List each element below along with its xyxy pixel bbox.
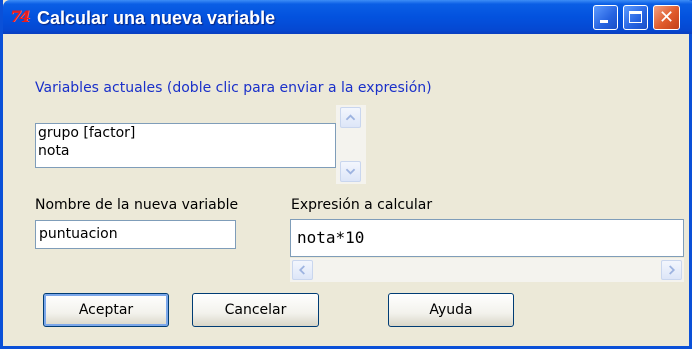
app-icon: 74 (10, 7, 30, 26)
expression-label: Expresión a calcular (291, 197, 433, 213)
accept-button[interactable]: Aceptar (43, 293, 169, 327)
new-variable-input[interactable]: puntuacion (35, 220, 236, 249)
current-variables-label: Variables actuales (doble clic para envi… (35, 80, 432, 96)
scroll-right-button[interactable] (661, 260, 682, 280)
title-bar[interactable]: 74 Calcular una nueva variable ✕ (3, 0, 692, 34)
close-icon: ✕ (658, 7, 675, 28)
maximize-icon (629, 11, 642, 23)
expression-input[interactable]: nota*10 (290, 219, 684, 257)
list-item[interactable]: nota (36, 142, 335, 160)
minimize-button[interactable] (593, 5, 618, 30)
variables-scrollbar[interactable] (336, 105, 366, 184)
list-item[interactable]: grupo [factor] (36, 124, 335, 142)
chevron-down-icon (345, 168, 356, 175)
scroll-left-button[interactable] (292, 260, 313, 280)
chevron-left-icon (298, 265, 305, 275)
expression-scrollbar[interactable] (290, 258, 684, 282)
close-button[interactable]: ✕ (653, 5, 680, 30)
variables-listbox[interactable]: grupo [factor] nota (35, 123, 336, 168)
window-title: Calcular una nueva variable (37, 8, 276, 28)
maximize-button[interactable] (623, 5, 648, 30)
chevron-right-icon (669, 265, 676, 275)
scroll-down-button[interactable] (340, 161, 361, 182)
chevron-up-icon (345, 114, 356, 121)
help-button[interactable]: Ayuda (388, 293, 514, 327)
scroll-up-button[interactable] (340, 107, 361, 128)
minimize-icon (600, 20, 608, 23)
cancel-button[interactable]: Cancelar (192, 293, 319, 327)
dialog-window: 74 Calcular una nueva variable ✕ Variabl… (0, 0, 692, 349)
new-variable-label: Nombre de la nueva variable (35, 197, 239, 213)
